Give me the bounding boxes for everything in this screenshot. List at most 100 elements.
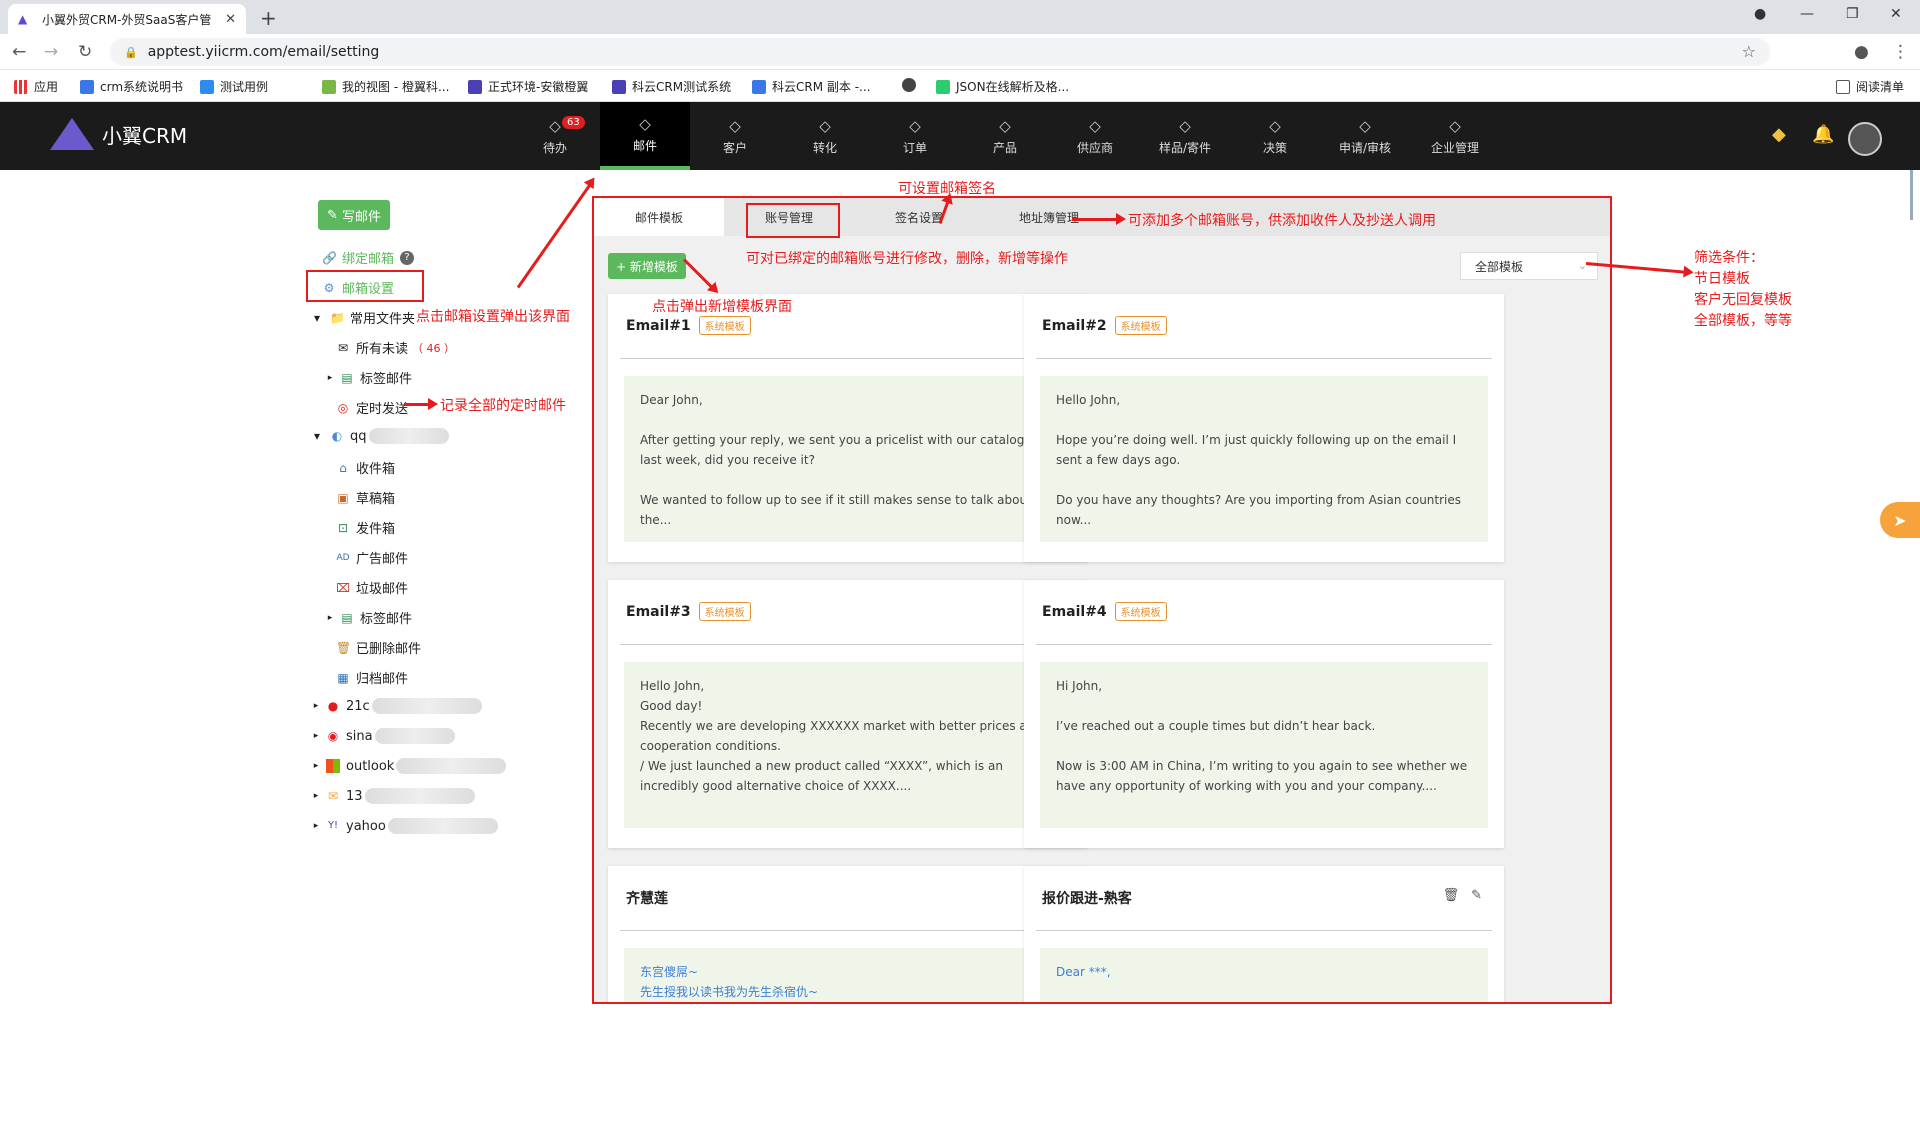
browser-tab[interactable]: ▲ 小翼外贸CRM-外贸SaaS客户管 ✕ — [8, 4, 246, 34]
sidebar-item-tagged-2[interactable]: ▸ ▤ 标签邮件 — [326, 608, 413, 628]
sidebar-item-spam[interactable]: ⌧ 垃圾邮件 — [336, 578, 408, 598]
unread-count: （ 46 ） — [412, 341, 456, 355]
nav-label: 产品 — [992, 140, 1017, 155]
profile-dropdown-icon[interactable]: ● — [1754, 6, 1766, 22]
folder-common[interactable]: ▾ 📁 常用文件夹 — [310, 308, 415, 328]
logo-text: 小翼CRM — [102, 123, 188, 148]
close-tab-icon[interactable]: ✕ — [225, 12, 236, 27]
ad-icon: AD — [336, 552, 350, 563]
nav-item-6[interactable]: ◇ 供应商 — [1050, 102, 1140, 170]
user-icon: ◇ — [729, 116, 741, 135]
sidebar-item-deleted[interactable]: 🗑 已删除邮件 — [336, 638, 421, 658]
sidebar-item-ads[interactable]: AD 广告邮件 — [336, 548, 408, 567]
bookmark-item[interactable]: 我的视图 - 橙翼科... — [322, 78, 449, 95]
sidebar-item-inbox[interactable]: ⌂ 收件箱 — [336, 458, 396, 478]
app-logo[interactable]: 小翼CRM — [50, 118, 187, 150]
bookmark-item[interactable]: 科云CRM 副本 -... — [752, 78, 870, 95]
bookmark-item[interactable]: crm系统说明书 — [80, 78, 183, 95]
bookmark-item[interactable]: 测试用例 — [200, 78, 268, 95]
annotation-text: 节日模板 — [1694, 271, 1750, 287]
sidebar-item-sent[interactable]: ⊡ 发件箱 — [336, 518, 395, 538]
menu-icon[interactable]: ⋮ — [1892, 42, 1909, 62]
sidebar-item-scheduled[interactable]: ◎ 定时发送 — [336, 398, 409, 418]
archive-icon: ▦ — [337, 670, 349, 685]
nav-item-4[interactable]: ◇ 订单 — [870, 102, 960, 170]
profile-icon[interactable]: ● — [1854, 42, 1869, 62]
account-yahoo[interactable]: ▸ Y! yahoo — [312, 818, 498, 834]
item-label: 标签邮件 — [360, 612, 413, 627]
nav-item-0[interactable]: ◇ 待办 63 — [510, 102, 600, 170]
nav-item-5[interactable]: ◇ 产品 — [960, 102, 1050, 170]
bookmark-item[interactable] — [902, 78, 922, 92]
minimize-icon[interactable]: — — [1800, 6, 1814, 22]
forward-icon[interactable]: → — [44, 42, 58, 62]
compose-label: 写邮件 — [341, 209, 381, 225]
nav-item-7[interactable]: ◇ 样品/寄件 — [1140, 102, 1230, 170]
new-tab-icon[interactable]: + — [260, 6, 277, 30]
sidebar-item-tagged[interactable]: ▸ ▤ 标签邮件 — [326, 368, 412, 388]
compose-button[interactable]: ✎ 写邮件 — [318, 200, 390, 230]
account-label: 13 — [346, 788, 363, 804]
back-icon[interactable]: ← — [12, 42, 26, 62]
blurred-address — [364, 788, 475, 804]
bookmark-apps[interactable]: 应用 — [14, 78, 58, 95]
item-label: 定时发送 — [356, 402, 409, 417]
reading-list[interactable]: 阅读清单 — [1836, 78, 1904, 95]
account-outlook[interactable]: ▸ outlook — [312, 758, 507, 774]
enterprise-icon: ◇ — [1449, 116, 1461, 135]
mail-icon: ✉ — [327, 789, 339, 803]
nav-label: 决策 — [1262, 140, 1287, 155]
sidebar-item-drafts[interactable]: ▣ 草稿箱 — [336, 488, 395, 508]
nav-item-2[interactable]: ◇ 客户 — [690, 102, 780, 170]
bookmark-label: JSON在线解析及格... — [956, 80, 1070, 94]
sidebar-item-all-unread[interactable]: ✉ 所有未读（ 46 ） — [336, 338, 456, 358]
nav-item-10[interactable]: ◇ 企业管理 — [1410, 102, 1500, 170]
bind-mailbox-link[interactable]: 🔗 绑定邮箱? — [322, 248, 420, 267]
help-icon[interactable]: ? — [400, 250, 415, 265]
account-sina[interactable]: ▸ ◉ sina — [312, 728, 455, 744]
annotation-settings-box — [306, 270, 424, 302]
lightning-icon: ◇ — [549, 116, 561, 135]
caret-down-icon: ▾ — [313, 429, 321, 443]
blurred-address — [387, 818, 498, 834]
nav-item-1[interactable]: ◇ 邮件 — [600, 102, 690, 170]
scrollbar[interactable] — [1910, 170, 1913, 220]
item-label: 归档邮件 — [356, 672, 409, 687]
sidebar-item-archived[interactable]: ▦ 归档邮件 — [336, 668, 409, 688]
item-label: 收件箱 — [356, 462, 396, 477]
bookmark-item[interactable]: 科云CRM测试系统 — [612, 78, 731, 95]
tag-icon: ▤ — [341, 610, 353, 625]
nav-item-9[interactable]: ◇ 申请/审核 — [1320, 102, 1410, 170]
account-13[interactable]: ▸ ✉ 13 — [312, 788, 475, 804]
lock-icon: 🔒 — [124, 45, 138, 59]
caret-right-icon: ▸ — [313, 731, 319, 741]
annotation-arrow — [1072, 213, 1126, 225]
avatar[interactable] — [1848, 122, 1882, 156]
reload-icon[interactable]: ↻ — [78, 42, 92, 62]
restore-icon[interactable]: ❐ — [1846, 6, 1859, 22]
test-icon — [200, 79, 214, 94]
bookmark-label: 我的视图 - 橙翼科... — [342, 80, 450, 94]
reading-list-icon — [1836, 79, 1850, 94]
nav-item-8[interactable]: ◇ 决策 — [1230, 102, 1320, 170]
nav-label: 待办 — [542, 140, 567, 155]
edit-icon: ✎ — [327, 207, 338, 223]
bookmark-star-icon[interactable]: ☆ — [1742, 42, 1756, 61]
nav-label: 企业管理 — [1430, 140, 1479, 155]
approval-icon: ◇ — [1359, 116, 1371, 135]
account-21c[interactable]: ▸ ● 21c — [312, 698, 482, 714]
bell-icon[interactable]: 🔔 — [1812, 124, 1834, 145]
decision-icon: ◇ — [1269, 116, 1281, 135]
vip-diamond-icon[interactable]: ◆ — [1772, 124, 1786, 145]
bookmark-item[interactable]: JSON在线解析及格... — [936, 78, 1069, 95]
nav-item-3[interactable]: ◇ 转化 — [780, 102, 870, 170]
caret-right-icon: ▸ — [327, 372, 333, 383]
json-icon — [936, 79, 950, 94]
nav-label: 转化 — [812, 140, 837, 155]
account-qq[interactable]: ▾ ◐ qq — [310, 428, 449, 444]
window-close-icon[interactable]: ✕ — [1890, 6, 1902, 22]
send-float-button[interactable]: ➤ — [1880, 502, 1920, 538]
url-field[interactable]: 🔒 apptest.yiicrm.com/email/setting ☆ — [110, 38, 1770, 66]
nav-label: 邮件 — [632, 138, 657, 153]
bookmark-item[interactable]: 正式环境-安徽橙翼 — [468, 78, 588, 95]
